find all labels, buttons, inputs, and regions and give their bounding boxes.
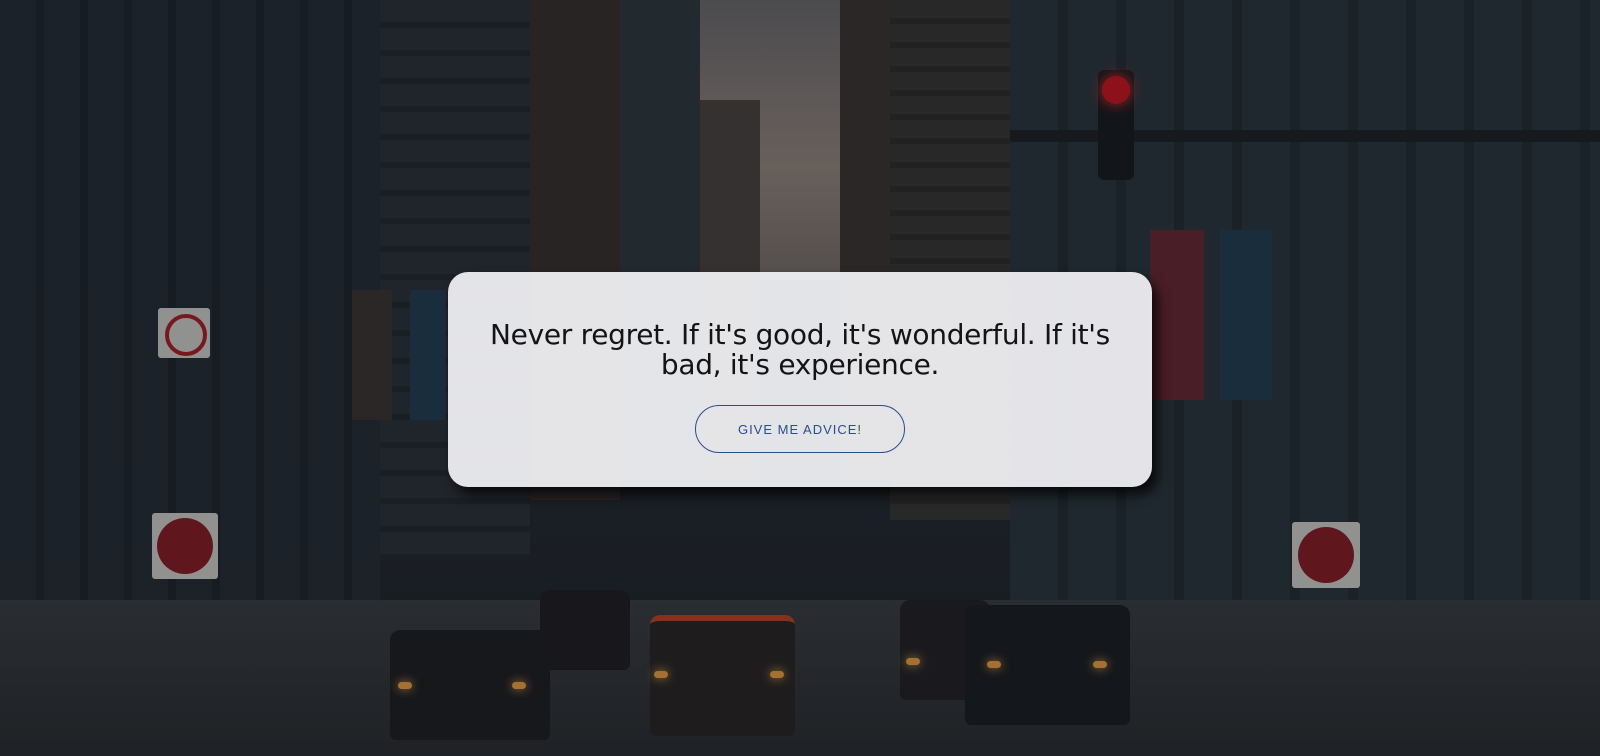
advice-quote: Never regret. If it's good, it's wonderf… [490,318,1110,381]
give-advice-button[interactable]: GIVE ME ADVICE! [695,405,905,453]
advice-card: Never regret. If it's good, it's wonderf… [448,272,1152,487]
background-photo: Never regret. If it's good, it's wonderf… [0,0,1600,756]
